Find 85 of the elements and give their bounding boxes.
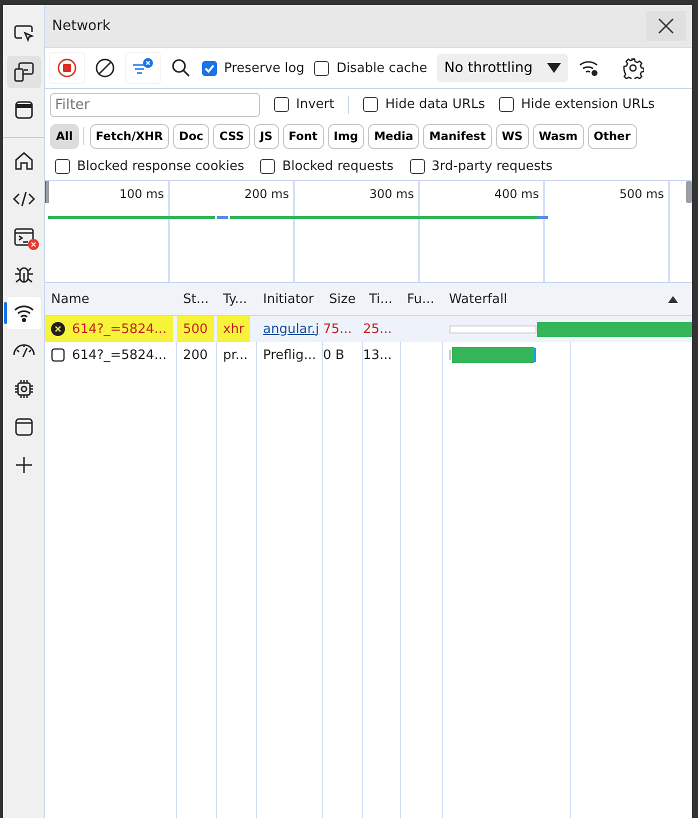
checkbox[interactable] <box>55 158 70 174</box>
type-filter-chip[interactable]: Font <box>282 124 324 148</box>
checkbox-label: Blocked requests <box>282 158 394 174</box>
checkbox-label: Disable cache <box>336 60 428 76</box>
type-filter-chip[interactable]: Media <box>368 124 420 148</box>
settings-icon <box>622 57 644 79</box>
checkbox[interactable] <box>314 60 330 76</box>
clear-icon <box>95 58 115 78</box>
column-header[interactable]: Ty... <box>223 292 248 306</box>
type-filter-chip[interactable]: Doc <box>173 124 210 148</box>
checkbox-label: Hide extension URLs <box>520 97 655 112</box>
table-cell: 614?_=5824... <box>72 322 167 336</box>
checkbox[interactable] <box>274 97 289 112</box>
type-filter-chip[interactable]: Wasm <box>532 124 584 148</box>
console-icon <box>12 227 34 247</box>
column-header[interactable]: Size <box>329 292 356 306</box>
search-icon <box>171 58 191 78</box>
filter-button[interactable] <box>126 53 160 83</box>
type-filter-chip[interactable]: WS <box>496 124 529 148</box>
column-header[interactable]: Waterfall <box>449 292 508 306</box>
dropdown-arrow-icon <box>546 63 561 73</box>
column-header[interactable]: Fu... <box>407 292 434 306</box>
table-cell: xhr <box>223 322 244 336</box>
checkbox[interactable] <box>498 97 514 112</box>
close-icon <box>658 18 674 34</box>
column-header[interactable]: St... <box>183 292 209 306</box>
table-cell: pr... <box>223 348 248 362</box>
request-row[interactable]: 614?_=5824... 500 xhr angular.j 75... 25... <box>45 316 692 342</box>
tick-label: 100 ms <box>119 187 164 201</box>
type-filter-chip[interactable]: Img <box>328 124 364 148</box>
type-filter-chip[interactable]: Other <box>588 124 637 148</box>
table-cell: 614?_=5824... <box>72 348 167 362</box>
window-icon <box>14 100 34 120</box>
checkbox-label: Invert <box>296 97 334 112</box>
table-cell: 200 <box>183 348 208 362</box>
close-button[interactable] <box>646 11 686 41</box>
table-cell: 75... <box>323 322 352 336</box>
column-header[interactable]: Initiator <box>263 292 314 306</box>
sidebar-tab[interactable] <box>6 297 40 329</box>
checkbox-label: Preserve log <box>224 60 304 76</box>
device-icon <box>12 61 34 83</box>
wifi-icon <box>12 303 34 323</box>
checkbox[interactable] <box>202 60 217 76</box>
sort-arrow-icon[interactable] <box>668 296 678 302</box>
tick-label: 200 ms <box>244 187 289 201</box>
checkbox[interactable] <box>410 158 425 174</box>
type-filter-chip[interactable]: Fetch/XHR <box>90 124 170 148</box>
code-icon <box>12 189 36 209</box>
tick-label: 500 ms <box>619 187 664 201</box>
checkbox-label: Blocked response cookies <box>77 158 244 174</box>
table-cell: 0 B <box>323 348 344 362</box>
table-cell: 25... <box>363 322 392 336</box>
tick-label: 400 ms <box>494 187 539 201</box>
table-cell: 13... <box>363 348 392 362</box>
initiator-link[interactable]: angular.j <box>263 322 320 336</box>
type-filter-chip[interactable]: All <box>50 124 79 148</box>
column-header[interactable]: Ti... <box>369 292 393 306</box>
inspect-icon <box>12 24 34 44</box>
range-handle[interactable] <box>686 181 692 203</box>
table-cell: 500 <box>183 322 208 336</box>
record-icon <box>57 58 77 78</box>
document-icon <box>51 348 65 362</box>
range-handle[interactable] <box>45 181 49 203</box>
checkbox[interactable] <box>363 97 378 112</box>
wifi-gear-icon <box>578 58 600 78</box>
window-icon <box>14 417 34 437</box>
record-button[interactable] <box>50 53 84 83</box>
filter-field[interactable]: Filter <box>50 92 260 116</box>
error-icon <box>51 322 65 336</box>
checkbox[interactable] <box>260 158 276 174</box>
request-row[interactable]: 614?_=5824... 200 pr... Preflig... 0 B 13... <box>45 342 692 368</box>
type-filter-chip[interactable]: Manifest <box>423 124 492 148</box>
tick-label: 300 ms <box>369 187 414 201</box>
checkbox-label: Hide data URLs <box>385 97 485 112</box>
plus-icon <box>14 455 34 475</box>
type-filter-chip[interactable]: CSS <box>213 124 250 148</box>
table-cell: Preflig... <box>263 348 316 362</box>
checkbox-label: 3rd-party requests <box>432 158 553 174</box>
type-filter-chip[interactable]: JS <box>254 124 279 148</box>
panel-title: Network <box>52 18 110 34</box>
home-icon <box>12 150 34 172</box>
throttling-dropdown[interactable]: No throttling <box>437 54 568 82</box>
sidebar-tab[interactable] <box>6 56 40 88</box>
chip-icon <box>12 378 34 400</box>
column-header[interactable]: Name <box>51 292 90 306</box>
